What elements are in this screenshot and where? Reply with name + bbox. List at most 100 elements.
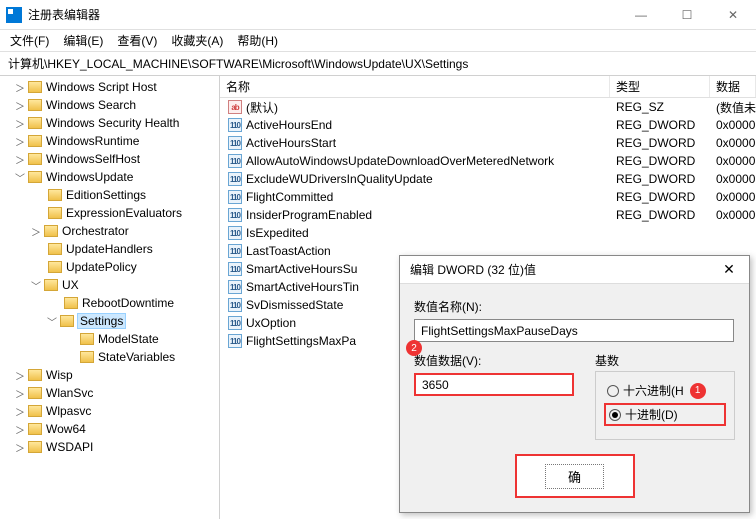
tree-node[interactable]: UpdateHandlers [0,240,219,258]
value-name: FlightSettingsMaxPa [246,334,356,348]
tree-label: ExpressionEvaluators [66,206,182,220]
binary-value-icon: 110 [228,136,242,150]
value-row[interactable]: 110AllowAutoWindowsUpdateDownloadOverMet… [220,152,756,170]
value-row[interactable]: 110IsExpedited [220,224,756,242]
value-name-input[interactable] [414,319,734,342]
menu-edit[interactable]: 编辑(E) [63,32,103,49]
toggle-icon[interactable]: ＞ [14,134,26,149]
value-name: SmartActiveHoursSu [246,262,357,276]
toggle-icon[interactable]: ＞ [14,98,26,113]
radio-dec[interactable]: 十进制(D) [604,403,726,426]
value-data: 0x0000 [710,208,756,222]
binary-value-icon: 110 [228,118,242,132]
value-name-label: 数值名称(N): [414,298,735,315]
tree-label: Wisp [46,368,73,382]
toggle-icon[interactable]: ＞ [14,368,26,383]
binary-value-icon: 110 [228,298,242,312]
toggle-icon[interactable]: ＞ [14,440,26,455]
dialog-close-button[interactable]: ✕ [709,261,749,278]
tree-node[interactable]: ExpressionEvaluators [0,204,219,222]
toggle-icon[interactable]: ﹀ [46,314,58,329]
regedit-icon [6,7,22,23]
tree-label: Wlpasvc [46,404,91,418]
tree-node[interactable]: ﹀WindowsUpdate [0,168,219,186]
tree-label: WindowsRuntime [46,134,139,148]
col-name[interactable]: 名称 [220,76,610,97]
tree-node[interactable]: ＞ WindowsSelfHost [0,150,219,168]
toggle-icon[interactable]: ＞ [14,386,26,401]
value-data-input[interactable] [414,373,574,396]
dialog-title: 编辑 DWORD (32 位)值 [410,261,709,278]
maximize-button[interactable]: ☐ [664,0,710,30]
tree-label: WlanSvc [46,386,93,400]
tree-node[interactable]: RebootDowntime [0,294,219,312]
tree-node[interactable]: ＞WSDAPI [0,438,219,456]
value-name: LastToastAction [246,244,331,258]
value-row[interactable]: ab(默认)REG_SZ(数值未 [220,98,756,116]
binary-value-icon: 110 [228,280,242,294]
toggle-icon[interactable]: ＞ [14,422,26,437]
binary-value-icon: 110 [228,154,242,168]
value-data: 0x0000 [710,118,756,132]
close-button[interactable]: ✕ [710,0,756,30]
folder-icon [48,207,62,219]
toggle-icon[interactable]: ＞ [14,80,26,95]
tree-label: WindowsSelfHost [46,152,140,166]
tree-node[interactable]: ＞ WlanSvc [0,384,219,402]
tree-node[interactable]: ＞Orchestrator [0,222,219,240]
menu-file[interactable]: 文件(F) [10,32,49,49]
tree-node[interactable]: ﹀UX [0,276,219,294]
tree-node[interactable]: ＞ Windows Security Health [0,114,219,132]
value-row[interactable]: 110FlightCommittedREG_DWORD0x0000 [220,188,756,206]
tree-node[interactable]: ＞ WindowsRuntime [0,132,219,150]
binary-value-icon: 110 [228,226,242,240]
folder-icon [28,117,42,129]
minimize-button[interactable]: — [618,0,664,30]
tree-node[interactable]: StateVariables [0,348,219,366]
toggle-icon[interactable]: ﹀ [14,170,26,185]
value-name: SmartActiveHoursTin [246,280,359,294]
tree-node[interactable]: ＞Wow64 [0,420,219,438]
ok-button[interactable]: 确 [515,454,635,498]
binary-value-icon: 110 [228,208,242,222]
tree-node[interactable]: ＞ Wlpasvc [0,402,219,420]
toggle-icon[interactable]: ﹀ [30,278,42,293]
folder-icon [48,261,62,273]
value-row[interactable]: 110ActiveHoursStartREG_DWORD0x0000 [220,134,756,152]
radio-icon [607,385,619,397]
toggle-icon[interactable]: ＞ [14,152,26,167]
value-row[interactable]: 110ActiveHoursEndREG_DWORD0x0000 [220,116,756,134]
menu-view[interactable]: 查看(V) [117,32,157,49]
toggle-icon[interactable]: ＞ [14,404,26,419]
folder-icon [28,99,42,111]
col-type[interactable]: 类型 [610,76,710,97]
toggle-icon[interactable]: ＞ [30,224,42,239]
folder-icon [28,369,42,381]
value-type: REG_DWORD [610,172,710,186]
menu-favorites[interactable]: 收藏夹(A) [171,32,223,49]
binary-value-icon: 110 [228,172,242,186]
tree-node[interactable]: ＞ Windows Script Host [0,78,219,96]
tree-label: Windows Script Host [46,80,157,94]
toggle-icon[interactable]: ＞ [14,116,26,131]
radio-hex[interactable]: 十六进制(H 1 [604,381,726,400]
tree-node[interactable]: ＞Windows Search [0,96,219,114]
tree-node[interactable]: ＞ Wisp [0,366,219,384]
value-name: InsiderProgramEnabled [246,208,372,222]
tree-node[interactable]: UpdatePolicy [0,258,219,276]
col-data[interactable]: 数据 [710,76,756,97]
menu-help[interactable]: 帮助(H) [237,32,278,49]
tree-node[interactable]: EditionSettings [0,186,219,204]
value-row[interactable]: 110ExcludeWUDriversInQualityUpdateREG_DW… [220,170,756,188]
tree-label: Windows Security Health [46,116,179,130]
base-group-label: 基数 [595,352,735,369]
tree-node[interactable]: ﹀Settings [0,312,219,330]
value-name: FlightCommitted [246,190,333,204]
value-row[interactable]: 110InsiderProgramEnabledREG_DWORD0x0000 [220,206,756,224]
folder-icon [60,315,74,327]
titlebar: 注册表编辑器 — ☐ ✕ [0,0,756,30]
tree-node[interactable]: ModelState [0,330,219,348]
tree-pane[interactable]: ＞Windows Script Host＞Windows Search＞Wind… [0,76,220,519]
folder-icon [28,153,42,165]
address-bar[interactable]: 计算机\HKEY_LOCAL_MACHINE\SOFTWARE\Microsof… [0,52,756,76]
